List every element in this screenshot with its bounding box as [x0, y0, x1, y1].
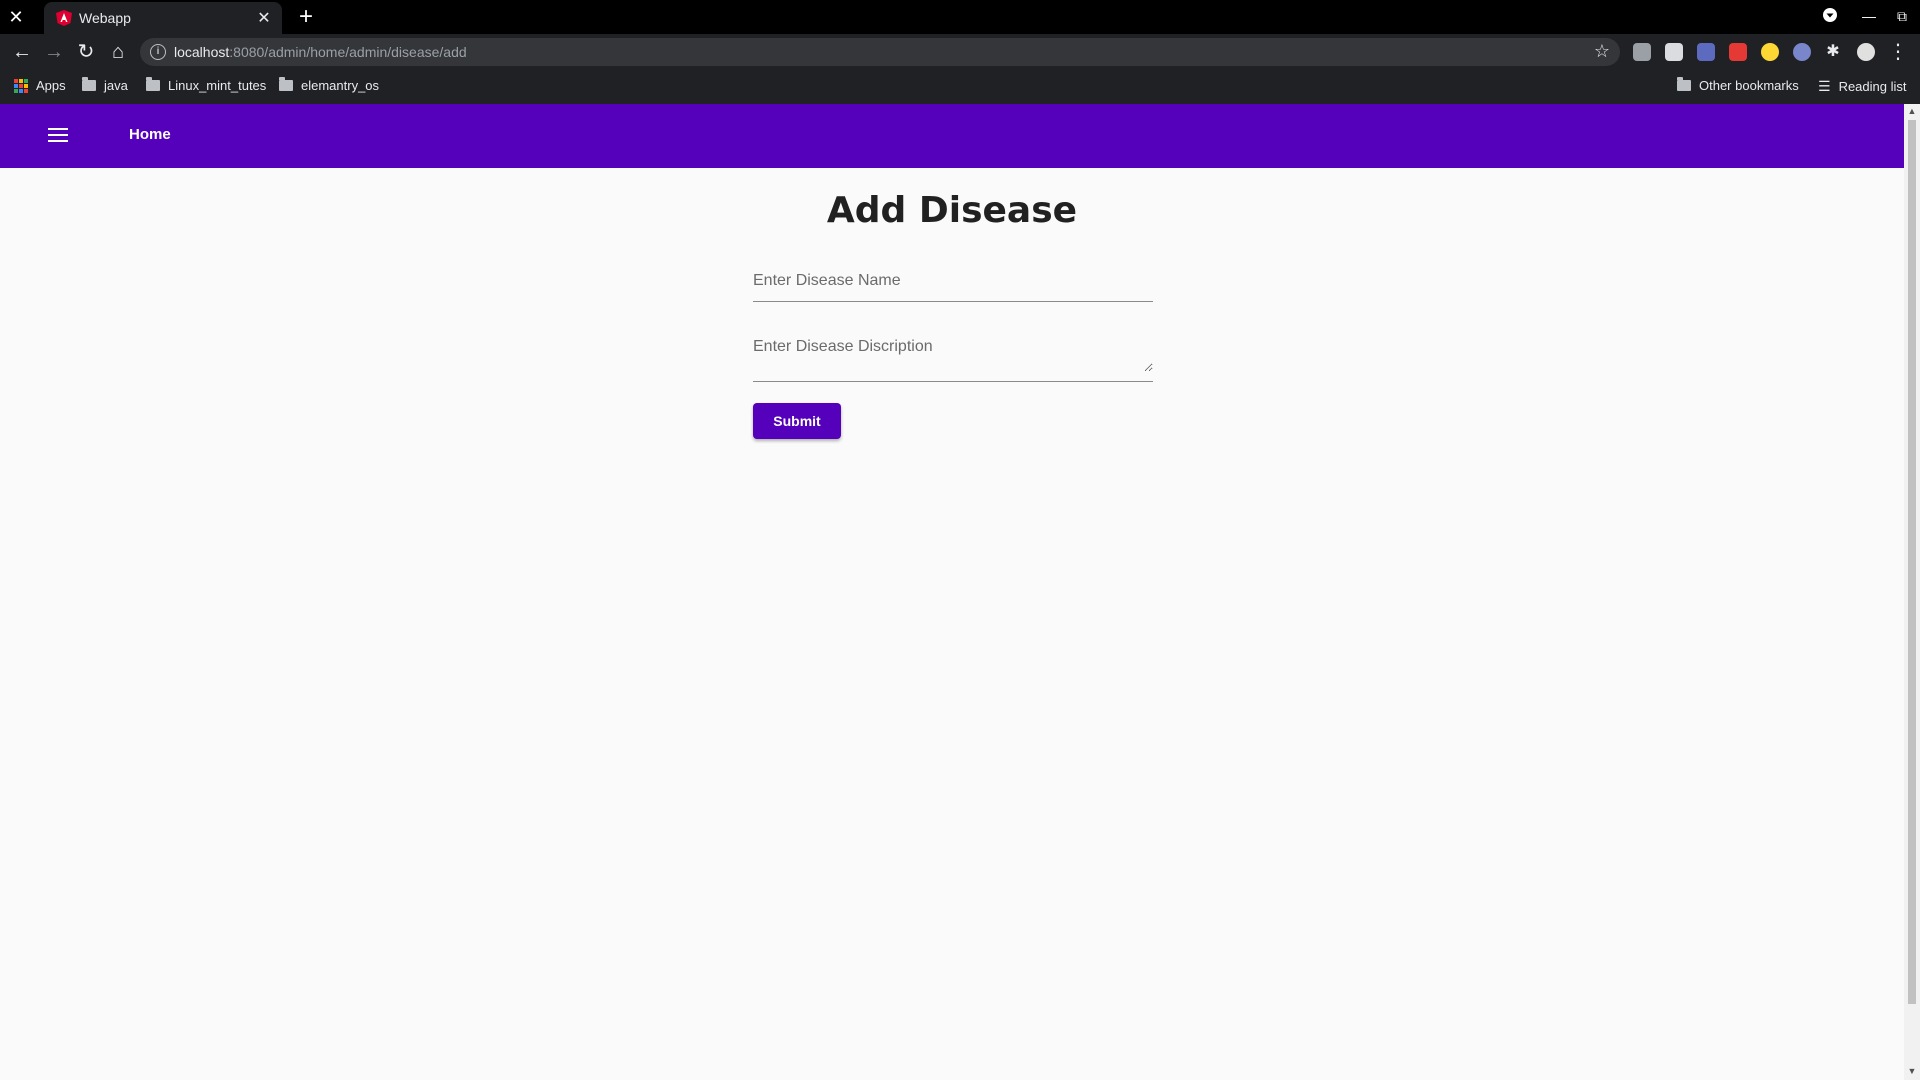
menu-icon[interactable] — [48, 128, 70, 144]
home-link[interactable]: Home — [129, 126, 171, 143]
angular-favicon-icon — [56, 10, 72, 26]
scroll-down-icon[interactable]: ▼ — [1907, 1066, 1917, 1076]
site-info-icon[interactable]: i — [150, 44, 166, 60]
bookmarks-bar: Apps java Linux_mint_tutes elemantry_os … — [0, 70, 1920, 104]
folder-icon — [82, 77, 96, 91]
extension-icon[interactable] — [1665, 43, 1683, 61]
other-bookmarks-label: Other bookmarks — [1699, 78, 1799, 93]
scroll-up-icon[interactable]: ▲ — [1907, 106, 1917, 116]
other-bookmarks[interactable]: Other bookmarks — [1677, 77, 1799, 93]
folder-icon — [1677, 77, 1691, 91]
browser-toolbar: ← → ↻ ⌂ i localhost:8080/admin/home/admi… — [0, 34, 1920, 70]
home-icon[interactable]: ⌂ — [106, 40, 130, 64]
avatar[interactable] — [1857, 43, 1875, 61]
bookmark-star-icon[interactable]: ☆ — [1594, 41, 1610, 62]
maximize-icon[interactable]: ⧉ — [1892, 8, 1912, 25]
main-content: Add Disease Submit — [0, 168, 1904, 1080]
reading-list-icon: ☰ — [1818, 78, 1831, 94]
bookmark-label: Linux_mint_tutes — [168, 78, 267, 93]
submit-button[interactable]: Submit — [753, 403, 841, 439]
profile-menu-icon[interactable] — [1820, 7, 1840, 26]
tab-close-icon[interactable]: ✕ — [254, 8, 274, 28]
bookmark-apps[interactable]: Apps — [14, 78, 66, 93]
new-tab-icon[interactable]: + — [294, 4, 318, 30]
bookmark-label: elemantry_os — [301, 78, 380, 93]
extensions-puzzle-icon[interactable]: ✱ — [1821, 40, 1845, 64]
apps-grid-icon — [14, 78, 28, 93]
extension-icon[interactable] — [1633, 43, 1651, 61]
extension-icon[interactable] — [1761, 43, 1779, 61]
address-bar[interactable]: i localhost:8080/admin/home/admin/diseas… — [140, 38, 1620, 66]
forward-icon[interactable]: → — [42, 40, 66, 64]
bookmark-java[interactable]: java — [82, 77, 128, 93]
reading-list-label: Reading list — [1838, 79, 1907, 94]
folder-icon — [146, 77, 160, 91]
page-title: Add Disease — [826, 190, 1078, 231]
extension-icon[interactable] — [1793, 43, 1811, 61]
disease-name-input[interactable] — [753, 272, 1153, 290]
bookmark-elemantry-os[interactable]: elemantry_os — [279, 77, 380, 93]
disease-description-input[interactable] — [753, 338, 1153, 372]
disease-name-field — [753, 272, 1153, 302]
disease-description-field — [753, 336, 1153, 382]
back-icon[interactable]: ← — [10, 40, 34, 64]
reload-icon[interactable]: ↻ — [74, 40, 98, 64]
scrollbar-thumb[interactable] — [1908, 120, 1916, 1004]
close-window-icon[interactable]: ✕ — [6, 7, 26, 27]
page-scrollbar[interactable]: ▲ ▼ — [1904, 104, 1920, 1080]
extension-icon[interactable] — [1697, 43, 1715, 61]
url-text[interactable]: localhost:8080/admin/home/admin/disease/… — [174, 44, 467, 60]
browser-tab[interactable]: Webapp ✕ — [44, 2, 282, 34]
tab-strip: ✕ Webapp ✕ + — ⧉ — [0, 0, 1920, 34]
bookmark-label: java — [104, 78, 128, 93]
bookmark-linux-mint-tutes[interactable]: Linux_mint_tutes — [146, 77, 267, 93]
tab-title: Webapp — [79, 10, 131, 26]
folder-icon — [279, 77, 293, 91]
bookmark-label: Apps — [36, 78, 66, 93]
extension-icon[interactable] — [1729, 43, 1747, 61]
app-toolbar: Home — [0, 104, 1904, 168]
browser-menu-icon[interactable]: ⋮ — [1886, 40, 1910, 64]
reading-list[interactable]: ☰ Reading list — [1818, 78, 1907, 95]
browser-chrome: ✕ Webapp ✕ + — ⧉ ← → ↻ ⌂ i localhost:808… — [0, 0, 1920, 104]
minimize-icon[interactable]: — — [1859, 8, 1879, 24]
